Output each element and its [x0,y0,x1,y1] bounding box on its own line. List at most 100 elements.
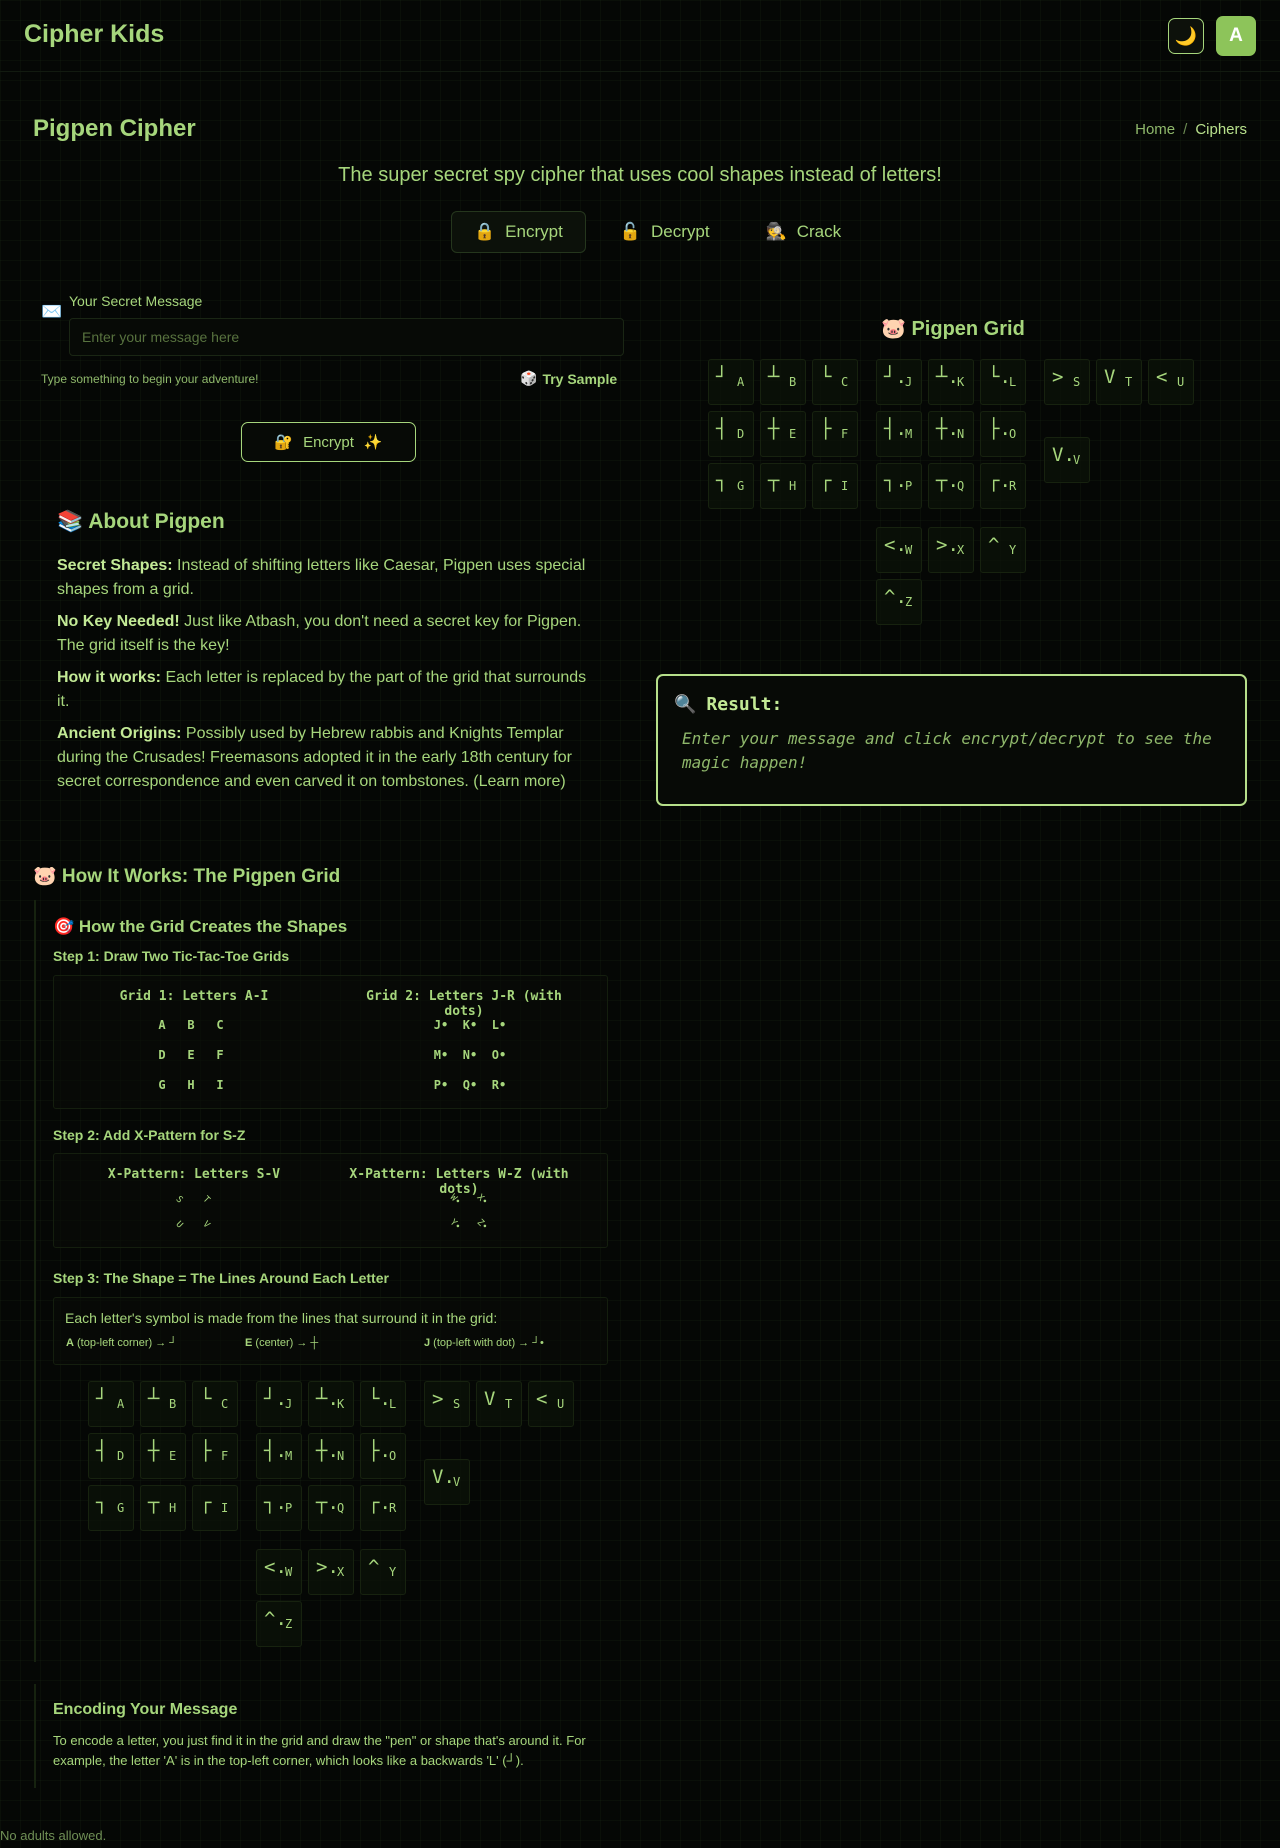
pigpen-symbol-z: ^. Z [256,1601,302,1647]
breadcrumb-home[interactable]: Home [1135,121,1175,138]
pigpen-letter: F [841,427,849,441]
pigpen-letter: R [389,1501,397,1515]
pigpen-letter: M [285,1449,293,1463]
pigpen-symbol-a: ┘ A [88,1381,134,1427]
pigpen-symbol-x: >. X [308,1549,354,1595]
pigpen-symbol-q: ┬. Q [928,463,974,509]
try-sample-button[interactable]: 🎲 Try Sample [520,370,617,387]
pigpen-symbol-p: ┐. P [256,1485,302,1531]
tab-label: Encrypt [505,222,563,241]
tab-encrypt[interactable]: 🔒 Encrypt [451,211,586,253]
magnifier-icon: 🔍 [674,694,697,715]
pigpen-letter: O [1009,427,1017,441]
detective-icon: 🕵️ [765,222,787,241]
pigpen-symbol-v: V. V [1044,437,1090,483]
pigpen-shape: ┘ [96,1388,108,1410]
pigpen-shape: ┐. [264,1492,287,1514]
brand-logo[interactable]: Cipher Kids [24,20,164,49]
breadcrumb-current[interactable]: Ciphers [1195,121,1247,138]
pigpen-shape: >. [936,534,959,556]
pigpen-shape: └ [200,1388,212,1410]
pigpen-letter: O [389,1449,397,1463]
pigpen-shape: ┴. [936,366,959,388]
grid-letter: D [158,1048,166,1062]
pigpen-shape: ┴ [768,366,780,388]
grid-letter: A [158,1018,166,1032]
pigpen-shape: ├. [368,1440,391,1462]
pigpen-letter: H [169,1501,177,1515]
pigpen-letter: N [337,1449,345,1463]
pigpen-shape: V. [432,1466,455,1488]
about-term: Secret Shapes: [57,557,173,574]
pigpen-symbol-r: ┌. R [980,463,1026,509]
pigpen-shape: <. [884,534,907,556]
encrypt-button[interactable]: 🔐 Encrypt ✨ [241,422,416,462]
pigpen-letter: G [117,1501,125,1515]
example-text: (top-left with dot) → ┘• [430,1337,544,1349]
pigpen-symbol-q: ┬. Q [308,1485,354,1531]
pigpen-symbol-x: >. X [928,527,974,573]
pigpen-shape: ┐. [884,470,907,492]
footer-text: No adults allowed. [0,1828,107,1843]
pigpen-shape: ┐ [716,470,728,492]
pigpen-letter: C [221,1397,229,1411]
grid-1-title: Grid 1: Letters A-I [119,989,269,1004]
pigpen-letter: E [789,427,797,441]
encoding-text: To encode a letter, you just find it in … [53,1733,586,1768]
pigpen-shape: V [1104,366,1116,388]
pigpen-shape: ^. [264,1608,287,1630]
pigpen-shape: └. [368,1388,391,1410]
pigpen-shape: ^ [368,1556,380,1578]
pigpen-shape: > [432,1388,444,1410]
step-2-title: Step 2: Add X-Pattern for S-Z [53,1127,246,1143]
pigpen-grid-title: 🐷 Pigpen Grid [881,318,1025,340]
pigpen-shape: < [1156,366,1168,388]
moon-icon[interactable]: 🌙 [1168,18,1204,54]
pigpen-shape: < [536,1388,548,1410]
pigpen-symbol-m: ┤. M [256,1433,302,1479]
pigpen-symbol-k: ┴. K [308,1381,354,1427]
pigpen-shape: ┤. [884,418,907,440]
unlock-icon: 🔓 [619,222,641,241]
pigpen-symbol-p: ┐. P [876,463,922,509]
grid-letter: J• [433,1018,449,1032]
pigpen-shape: ┬ [768,470,780,492]
pigpen-shape: ├ [200,1440,212,1462]
pigpen-symbol-u: < U [528,1381,574,1427]
pigpen-symbol-r: ┌. R [360,1485,406,1531]
pigpen-shape: ┘. [884,366,907,388]
tab-crack[interactable]: 🕵️ Crack [744,211,864,253]
pigpen-symbol-h: ┬ H [760,463,806,509]
grid-letter: O• [491,1048,507,1062]
pigpen-shape: ┤ [716,418,728,440]
about-item: No Key Needed! Just like Atbash, you don… [57,610,597,658]
pigpen-letter: I [841,479,849,493]
pigpen-letter: B [169,1397,177,1411]
pigpen-shape: ┌ [200,1492,212,1514]
about-item: Secret Shapes: Instead of shifting lette… [57,554,597,602]
pigpen-shape: ┴ [148,1388,160,1410]
pigpen-letter: S [1073,375,1081,389]
pigpen-symbol-c: └ C [192,1381,238,1427]
pigpen-letter: P [285,1501,293,1515]
sparkles-icon: ✨ [363,434,383,451]
example-e: E (center) → ┼ [245,1337,318,1349]
pigpen-letter: V [1073,453,1081,467]
pigpen-symbol-w: <. W [256,1549,302,1595]
pigpen-letter: I [221,1501,229,1515]
message-input[interactable] [69,318,624,356]
pigpen-letter: D [117,1449,125,1463]
pigpen-letter: D [737,427,745,441]
avatar[interactable]: A [1216,16,1256,56]
grid-letter: H [187,1078,195,1092]
pigpen-shape: ┼ [148,1440,160,1462]
pigpen-letter: L [389,1397,397,1411]
pigpen-symbol-c: └ C [812,359,858,405]
about-term: No Key Needed! [57,613,180,630]
pigpen-symbol-i: ┌ I [812,463,858,509]
pigpen-symbol-o: ├. O [360,1433,406,1479]
pigpen-letter: T [505,1397,513,1411]
pigpen-shape: ┘. [264,1388,287,1410]
tab-decrypt[interactable]: 🔓 Decrypt [598,211,732,253]
pigpen-symbol-b: ┴ B [140,1381,186,1427]
